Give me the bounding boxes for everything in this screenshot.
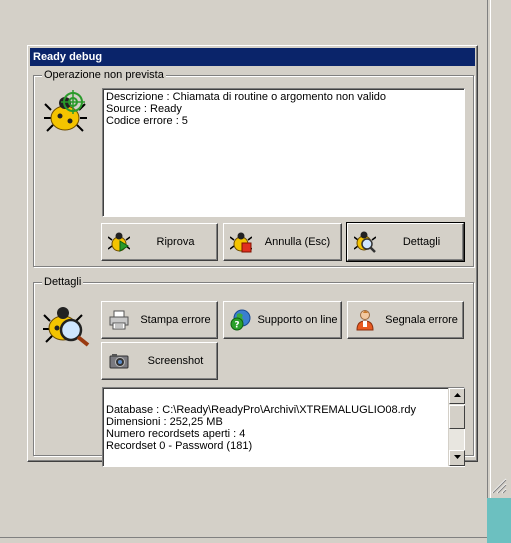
details-line: Dimensioni : 252,25 MB — [106, 416, 223, 428]
camera-icon — [109, 354, 129, 369]
details-line: Numero recordsets aperti : 4 — [106, 428, 246, 440]
online-support-label: Supporto on line — [257, 314, 338, 326]
background-window-border — [0, 537, 487, 538]
arrow-down-icon — [454, 455, 461, 459]
scroll-up-button[interactable] — [449, 388, 465, 404]
retry-label: Riprova — [156, 236, 195, 248]
online-support-button[interactable]: ? Supporto on line — [223, 301, 342, 339]
print-error-button[interactable]: Stampa errore — [101, 301, 218, 339]
error-group-label: Operazione non prevista — [42, 68, 166, 82]
error-line: Descrizione : Chiamata di routine o argo… — [106, 91, 387, 103]
print-error-label: Stampa errore — [140, 314, 211, 326]
resize-grip-icon[interactable] — [489, 476, 507, 494]
details-line: Recordset 0 - Password (181) — [106, 440, 253, 452]
scroll-thumb[interactable] — [449, 405, 465, 429]
scroll-down-button[interactable] — [449, 450, 465, 466]
error-group: Operazione non prevista Descrizione : Ch… — [33, 68, 474, 267]
retry-button[interactable]: Riprova — [101, 223, 218, 261]
details-scrollbar[interactable] — [448, 388, 465, 466]
details-label: Dettagli — [402, 236, 441, 248]
bug-stop-icon — [230, 232, 252, 253]
bug-target-icon — [44, 90, 87, 132]
background-window-edge — [487, 0, 511, 543]
error-line: Codice errore : 5 — [106, 115, 188, 127]
report-error-button[interactable]: Segnala errore — [347, 301, 464, 339]
bug-play-icon — [108, 232, 130, 252]
bug-magnifier-icon — [43, 307, 90, 347]
cancel-label: Annulla (Esc) — [264, 236, 331, 248]
debug-dialog: Ready debug Operazione non prevista Desc… — [27, 45, 478, 467]
screenshot-button[interactable]: Screenshot — [101, 342, 218, 380]
details-info-box[interactable]: Database : C:\Ready\ReadyPro\Archivi\XTR… — [102, 387, 465, 467]
window-title: Ready debug — [30, 48, 475, 66]
details-button[interactable]: Dettagli — [346, 222, 465, 262]
details-line: Database : C:\Ready\ReadyPro\Archivi\XTR… — [106, 404, 416, 416]
details-group: Dettagli Stampa errore ? Supporto on lin… — [33, 275, 474, 467]
bug-magnifier-icon — [354, 231, 376, 253]
error-description-box[interactable]: Descrizione : Chiamata di routine o argo… — [102, 88, 465, 217]
report-error-label: Segnala errore — [385, 314, 458, 326]
printer-icon — [109, 310, 129, 330]
svg-text:?: ? — [234, 321, 239, 331]
details-group-label: Dettagli — [42, 275, 84, 289]
globe-help-icon: ? — [230, 309, 251, 331]
cancel-button[interactable]: Annulla (Esc) — [223, 223, 342, 261]
screenshot-label: Screenshot — [147, 355, 204, 367]
error-line: Source : Ready — [106, 103, 182, 115]
arrow-up-icon — [454, 393, 461, 397]
person-icon — [356, 310, 374, 331]
desktop-background — [487, 498, 511, 543]
